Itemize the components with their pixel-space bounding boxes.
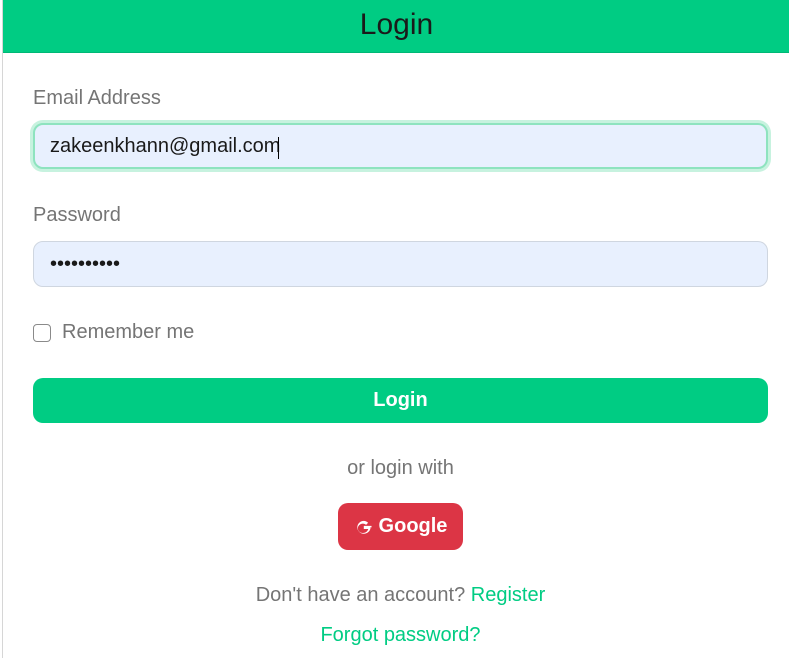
text-caret: [278, 137, 279, 159]
login-button[interactable]: Login: [33, 378, 768, 423]
email-field[interactable]: [33, 123, 768, 169]
google-login-button[interactable]: Google: [338, 503, 463, 550]
remember-me-label[interactable]: Remember me: [62, 321, 194, 344]
login-header: Login: [3, 0, 789, 53]
google-g-icon: [356, 520, 372, 534]
google-button-label: Google: [378, 515, 448, 537]
login-card: Login Email Address Password •••••••••• …: [2, 0, 789, 658]
register-prompt: Don't have an account? Register: [3, 584, 789, 607]
no-account-text: Don't have an account?: [255, 584, 466, 606]
remember-me[interactable]: Remember me: [33, 321, 194, 344]
email-label: Email Address: [33, 87, 161, 109]
page-title: Login: [359, 8, 434, 41]
remember-me-checkbox[interactable]: [33, 323, 51, 342]
forgot-password-link[interactable]: Forgot password?: [320, 624, 480, 646]
password-label: Password: [33, 204, 121, 226]
password-field[interactable]: [33, 241, 768, 287]
or-login-with-text: or login with: [347, 457, 454, 479]
forgot-password-row: Forgot password?: [3, 624, 789, 647]
register-link[interactable]: Register: [471, 584, 545, 606]
